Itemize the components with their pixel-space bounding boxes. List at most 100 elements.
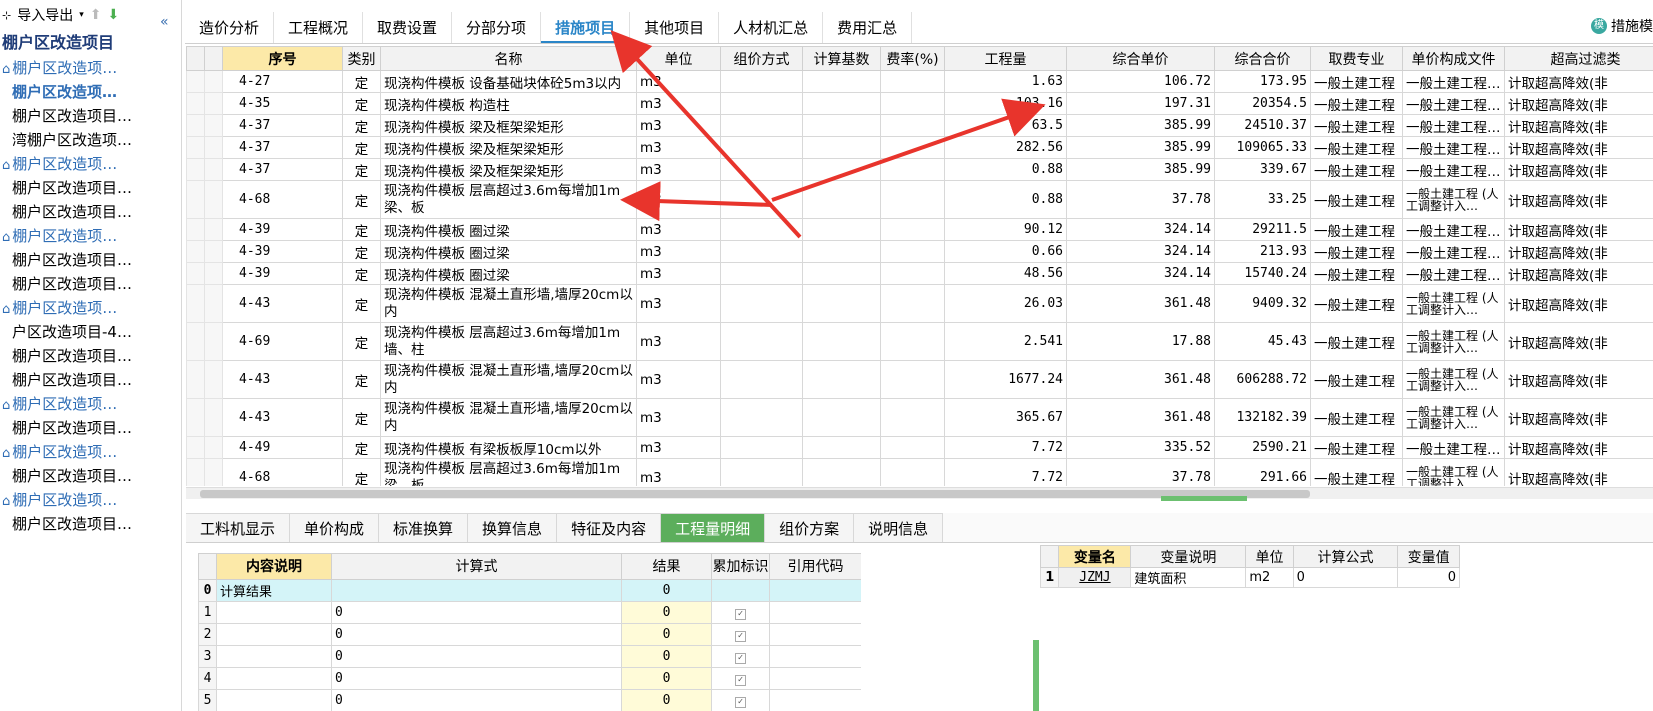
cell-base[interactable]: [802, 458, 881, 486]
cell-name[interactable]: 现浇构件模板 混凝土直形墙,墙厚20cm以内: [380, 284, 637, 323]
cell-total[interactable]: 2590.21: [1214, 436, 1311, 459]
cell-type[interactable]: 定: [342, 436, 381, 459]
table-row[interactable]: 4-43 定现浇构件模板 混凝土直形墙,墙厚20cm以内 m3 365.67 361.4…: [186, 398, 1653, 437]
column-header[interactable]: 计算公式: [1292, 545, 1399, 568]
cell-total[interactable]: 606288.72: [1214, 360, 1311, 399]
cell-price-file[interactable]: 一般土建工程…: [1402, 92, 1505, 115]
cell-total[interactable]: 20354.5: [1214, 92, 1311, 115]
cell-filter[interactable]: 计取超高降效(非: [1504, 458, 1653, 486]
cell-unit[interactable]: m3: [636, 262, 721, 285]
table-row[interactable]: 4-43 定现浇构件模板 混凝土直形墙,墙厚20cm以内 m3 26.03 361.48…: [186, 284, 1653, 323]
table-row[interactable]: 4-43 定现浇构件模板 混凝土直形墙,墙厚20cm以内 m3 1677.24 361.…: [186, 360, 1653, 399]
column-header[interactable]: 单价构成文件: [1402, 46, 1505, 71]
tree-item[interactable]: 棚户区改造项目…: [0, 344, 181, 368]
cell-specialty[interactable]: 一般土建工程: [1310, 322, 1403, 361]
cell-filter[interactable]: 计取超高降效(非: [1504, 136, 1653, 159]
collapse-panel-icon[interactable]: «: [160, 14, 169, 30]
cell-code[interactable]: 4-39: [222, 240, 343, 263]
cell-code[interactable]: 4-37: [222, 114, 343, 137]
tab-6[interactable]: 人材机汇总: [719, 12, 824, 43]
tree-item[interactable]: ⌂ 棚户区改造项…: [0, 392, 181, 416]
vertical-splitter[interactable]: [1033, 640, 1039, 711]
tree-item[interactable]: 棚户区改造项目…: [0, 200, 181, 224]
tab-7[interactable]: 费用汇总: [823, 12, 913, 43]
table-row[interactable]: 4-37 定现浇构件模板 梁及框架梁矩形 m3 282.56 385.99 109065.…: [186, 136, 1653, 159]
table-row[interactable]: 3 0 0 ✓: [198, 645, 861, 668]
cell-quantity[interactable]: 2.541: [944, 322, 1067, 361]
cell-code[interactable]: 4-39: [222, 218, 343, 241]
column-header[interactable]: 变量名: [1058, 545, 1132, 568]
cell-filter[interactable]: 计取超高降效(非: [1504, 240, 1653, 263]
cell-expression[interactable]: 0: [331, 645, 622, 668]
cell-total[interactable]: 109065.33: [1214, 136, 1311, 159]
cell-price-file[interactable]: 一般土建工程…: [1402, 436, 1505, 459]
cell-type[interactable]: 定: [342, 284, 381, 323]
tab-5[interactable]: 其他项目: [630, 12, 720, 43]
tree-item[interactable]: ⌂ 棚户区改造项…: [0, 296, 181, 320]
cell-pricing-method[interactable]: [720, 70, 803, 93]
tree-root[interactable]: 棚户区改造项目: [0, 30, 181, 56]
cell-name[interactable]: 现浇构件模板 层高超过3.6m每增加1m 墙、柱: [380, 322, 637, 361]
cell-price-file[interactable]: 一般土建工程…: [1402, 136, 1505, 159]
cell-ref-code[interactable]: [769, 667, 861, 690]
cell-base[interactable]: [802, 114, 881, 137]
cell-unit-price[interactable]: 361.48: [1066, 360, 1215, 399]
cell-ref-code[interactable]: [769, 645, 861, 668]
cell-unit[interactable]: m3: [636, 322, 721, 361]
cell-price-file[interactable]: 一般土建工程…: [1402, 158, 1505, 181]
cell-base[interactable]: [802, 322, 881, 361]
cell-quantity[interactable]: 103.16: [944, 92, 1067, 115]
tree-item[interactable]: 湾棚户区改造项…: [0, 128, 181, 152]
tab-4[interactable]: 措施项目: [541, 12, 631, 43]
cell-filter[interactable]: 计取超高降效(非: [1504, 70, 1653, 93]
cell-specialty[interactable]: 一般土建工程: [1310, 70, 1403, 93]
column-header[interactable]: 计算式: [331, 553, 622, 580]
cell-unit[interactable]: m3: [636, 458, 721, 486]
cell-total[interactable]: 15740.24: [1214, 262, 1311, 285]
detail-tab-3[interactable]: 换算信息: [468, 513, 558, 542]
cell-type[interactable]: 定: [342, 180, 381, 219]
column-header[interactable]: 内容说明: [216, 553, 332, 580]
cell-price-file[interactable]: 一般土建工程…: [1402, 240, 1505, 263]
cell-specialty[interactable]: 一般土建工程: [1310, 114, 1403, 137]
cell-filter[interactable]: 计取超高降效(非: [1504, 92, 1653, 115]
tree-item[interactable]: ⌂ 棚户区改造项…: [0, 152, 181, 176]
cell-unit[interactable]: m3: [636, 136, 721, 159]
table-row[interactable]: 4-39 定现浇构件模板 圈过梁 m3 0.66 324.14 213.93 一般土建工程一…: [186, 240, 1653, 263]
cell-pricing-method[interactable]: [720, 136, 803, 159]
cell-base[interactable]: [802, 262, 881, 285]
cell-specialty[interactable]: 一般土建工程: [1310, 360, 1403, 399]
cell-price-file[interactable]: 一般土建工程 (人工调整计入…: [1402, 398, 1505, 437]
cell-description[interactable]: [216, 689, 332, 711]
checkbox[interactable]: ✓: [735, 653, 746, 664]
column-header[interactable]: 名称: [380, 46, 637, 71]
cell-specialty[interactable]: 一般土建工程: [1310, 262, 1403, 285]
cell-specialty[interactable]: 一般土建工程: [1310, 458, 1403, 486]
cell-specialty[interactable]: 一般土建工程: [1310, 218, 1403, 241]
checkbox[interactable]: ✓: [735, 697, 746, 708]
cell-description[interactable]: [216, 601, 332, 624]
cell-rate[interactable]: [880, 70, 945, 93]
cell-ref-code[interactable]: [769, 623, 861, 646]
column-header[interactable]: 组价方式: [720, 46, 803, 71]
cell-name[interactable]: 现浇构件模板 梁及框架梁矩形: [380, 158, 637, 181]
scrollbar-thumb[interactable]: [200, 490, 1310, 498]
cell-base[interactable]: [802, 136, 881, 159]
tree-item[interactable]: 棚户区改造项目…: [0, 368, 181, 392]
cell-ref-code[interactable]: [769, 689, 861, 711]
cell-price-file[interactable]: 一般土建工程…: [1402, 218, 1505, 241]
cell-unit-price[interactable]: 385.99: [1066, 136, 1215, 159]
cell-type[interactable]: 定: [342, 92, 381, 115]
cell-rate[interactable]: [880, 458, 945, 486]
cell-code[interactable]: 4-27: [222, 70, 343, 93]
move-up-icon[interactable]: ⬆: [90, 7, 102, 23]
column-header[interactable]: 类别: [342, 46, 381, 71]
cell-quantity[interactable]: 282.56: [944, 136, 1067, 159]
cell-code[interactable]: 4-37: [222, 158, 343, 181]
cell-pricing-method[interactable]: [720, 218, 803, 241]
table-row[interactable]: 4-49 定现浇构件模板 有梁板板厚10cm以外 m3 7.72 335.52 2590.…: [186, 436, 1653, 459]
cell-unit[interactable]: m3: [636, 70, 721, 93]
cell-pricing-method[interactable]: [720, 240, 803, 263]
cell-accumulate[interactable]: ✓: [711, 601, 770, 624]
cell-rate[interactable]: [880, 398, 945, 437]
